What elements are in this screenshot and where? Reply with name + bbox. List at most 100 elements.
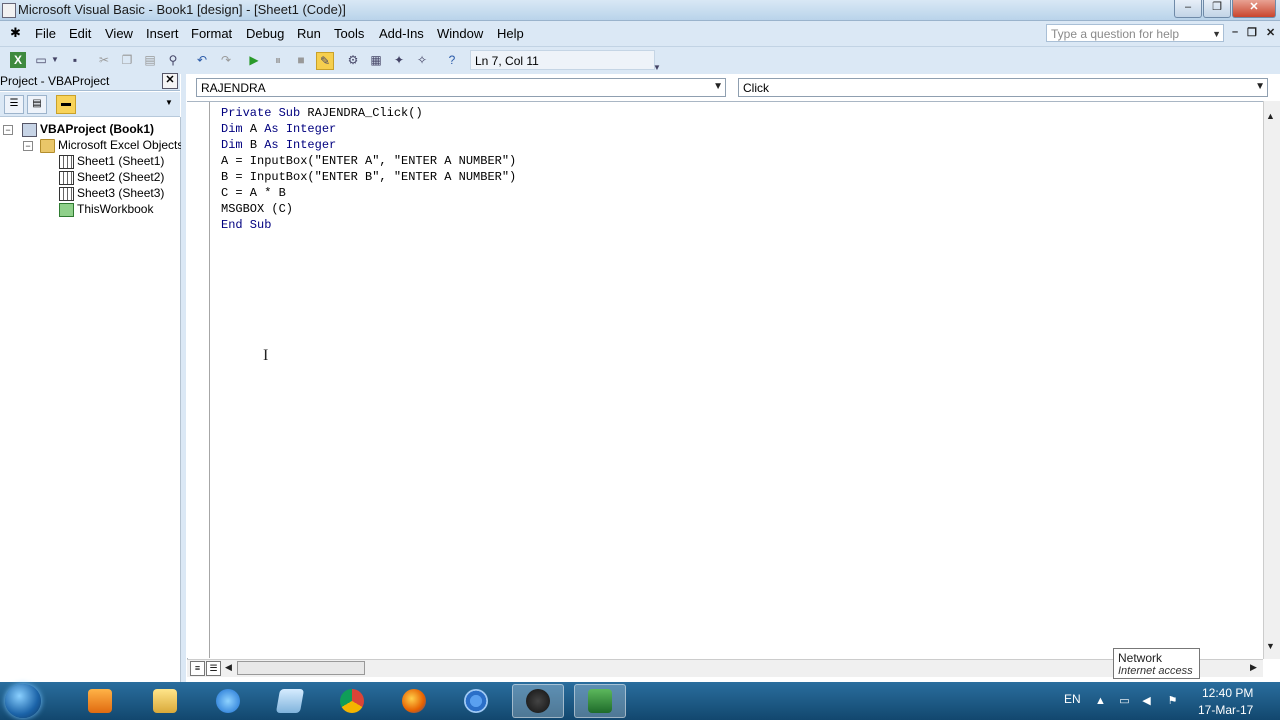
insert-dropdown-icon[interactable]: ▼	[50, 52, 60, 68]
horizontal-scrollbar[interactable]: ≡ ☰ ◀ ▶	[187, 659, 1263, 677]
taskbar-notes[interactable]	[264, 684, 316, 718]
start-button[interactable]	[5, 684, 41, 718]
help-dropdown-icon[interactable]: ▼	[1212, 25, 1221, 43]
taskbar-media-player[interactable]	[74, 684, 126, 718]
mdi-close-button[interactable]: ✕	[1266, 26, 1275, 39]
collapse-folder-icon[interactable]: −	[23, 141, 33, 151]
menu-help[interactable]: Help	[497, 26, 524, 41]
collapse-root-icon[interactable]: −	[3, 125, 13, 135]
chevron-down-icon[interactable]: ▼	[713, 81, 723, 92]
object-combo[interactable]: RAJENDRA ▼	[196, 78, 726, 97]
taskbar-chrome[interactable]	[326, 684, 378, 718]
code-line[interactable]: Private Sub RAJENDRA_Click()	[221, 106, 423, 120]
menu-view[interactable]: View	[105, 26, 133, 41]
properties-window-icon[interactable]: ▦	[368, 52, 384, 68]
copy-icon[interactable]: ❐	[119, 52, 135, 68]
tooltip-title: Network	[1118, 651, 1163, 665]
view-object-icon[interactable]: ▤	[27, 95, 47, 114]
tree-excel-objects[interactable]: Microsoft Excel Objects	[58, 138, 183, 152]
scroll-right-icon[interactable]: ▶	[1250, 662, 1257, 673]
code-line[interactable]: B = InputBox("ENTER B", "ENTER A NUMBER"…	[221, 170, 516, 184]
toggle-folders-icon[interactable]: ▬	[56, 95, 76, 114]
view-code-icon[interactable]: ☰	[4, 95, 24, 114]
object-browser-icon[interactable]: ✦	[391, 52, 407, 68]
standard-toolbar: X ▭ ▼ ▪ ✂ ❐ ▤ ⚲ ↶ ↷ ▶ ⏸ ■ ✎ ⚙ ▦ ✦ ✧ ? Ln…	[0, 47, 665, 74]
clock-date[interactable]: 17-Mar-17	[1198, 703, 1253, 717]
cut-icon[interactable]: ✂	[96, 52, 112, 68]
close-button[interactable]: ✕	[1232, 0, 1276, 18]
taskbar-chromium[interactable]	[450, 684, 502, 718]
scroll-up-icon[interactable]: ▲	[1266, 111, 1275, 121]
code-line[interactable]: C = A * B	[221, 186, 286, 200]
break-icon[interactable]: ⏸	[270, 52, 286, 68]
project-toolbar-options-icon[interactable]: ▼	[164, 95, 174, 112]
menu-window[interactable]: Window	[437, 26, 483, 41]
code-line[interactable]: A = InputBox("ENTER A", "ENTER A NUMBER"…	[221, 154, 516, 168]
taskbar-internet-explorer[interactable]	[202, 684, 254, 718]
project-explorer-icon[interactable]: ⚙	[345, 52, 361, 68]
system-tray: EN ▲ ▭ ◀ ⚑ 12:40 PM 17-Mar-17	[1056, 682, 1280, 720]
paste-icon[interactable]: ▤	[142, 52, 158, 68]
project-explorer-close-button[interactable]: ✕	[162, 73, 178, 89]
language-indicator[interactable]: EN	[1064, 692, 1081, 706]
code-editor[interactable]	[187, 101, 1264, 660]
tree-vbaproject[interactable]: VBAProject (Book1)	[40, 122, 154, 136]
minimize-button[interactable]: –	[1174, 0, 1202, 18]
insert-userform-icon[interactable]: ▭	[33, 52, 49, 68]
design-mode-icon[interactable]: ✎	[316, 52, 334, 70]
mdi-restore-button[interactable]: ❐	[1247, 26, 1257, 39]
procedure-view-icon[interactable]: ≡	[190, 661, 205, 676]
tree-thisworkbook[interactable]: ThisWorkbook	[77, 202, 153, 216]
view-excel-icon[interactable]: X	[10, 52, 26, 68]
save-icon[interactable]: ▪	[67, 52, 83, 68]
mdi-minimize-button[interactable]: –	[1232, 26, 1238, 38]
volume-icon[interactable]: ◀	[1140, 695, 1153, 707]
scroll-left-icon[interactable]: ◀	[225, 662, 232, 673]
menu-run[interactable]: Run	[297, 26, 321, 41]
find-icon[interactable]: ⚲	[165, 52, 181, 68]
tree-sheet1[interactable]: Sheet1 (Sheet1)	[77, 154, 164, 168]
taskbar-obs[interactable]	[512, 684, 564, 718]
taskbar-excel[interactable]	[574, 684, 626, 718]
text-cursor-icon: I	[263, 347, 269, 364]
network-icon[interactable]: ▭	[1118, 695, 1131, 707]
horizontal-scroll-thumb[interactable]	[237, 661, 365, 675]
code-line[interactable]: Dim A As Integer	[221, 122, 336, 136]
run-icon[interactable]: ▶	[246, 52, 262, 68]
menu-format[interactable]: Format	[191, 26, 232, 41]
menu-excel-icon[interactable]: ✱	[10, 25, 21, 41]
tree-sheet3[interactable]: Sheet3 (Sheet3)	[77, 186, 164, 200]
chevron-down-icon[interactable]: ▼	[1255, 81, 1265, 92]
toolbox-icon[interactable]: ✧	[414, 52, 430, 68]
toolbar-options-icon[interactable]: ▼	[652, 60, 662, 76]
code-margin[interactable]	[187, 102, 210, 658]
vertical-scrollbar[interactable]: ▲ ▼	[1263, 101, 1280, 659]
menu-tools[interactable]: Tools	[334, 26, 364, 41]
menu-insert[interactable]: Insert	[146, 26, 179, 41]
help-search-input[interactable]: Type a question for help ▼	[1046, 24, 1224, 42]
sheet-icon	[59, 171, 74, 185]
code-line[interactable]: End Sub	[221, 218, 271, 232]
menu-add-ins[interactable]: Add-Ins	[379, 26, 424, 41]
reset-icon[interactable]: ■	[293, 52, 309, 68]
help-icon[interactable]: ?	[444, 52, 460, 68]
menu-debug[interactable]: Debug	[246, 26, 284, 41]
scroll-down-icon[interactable]: ▼	[1266, 641, 1275, 651]
menu-edit[interactable]: Edit	[69, 26, 91, 41]
project-explorer-header: Project - VBAProject ✕	[0, 73, 180, 91]
code-line[interactable]: MSGBOX (C)	[221, 202, 293, 216]
code-line[interactable]: Dim B As Integer	[221, 138, 336, 152]
pane-splitter[interactable]	[181, 74, 186, 682]
taskbar-firefox[interactable]	[388, 684, 440, 718]
taskbar-explorer[interactable]	[139, 684, 191, 718]
undo-icon[interactable]: ↶	[194, 52, 210, 68]
show-hidden-icons-icon[interactable]: ▲	[1094, 695, 1107, 707]
full-module-view-icon[interactable]: ☰	[206, 661, 221, 676]
redo-icon[interactable]: ↷	[218, 52, 234, 68]
clock-time[interactable]: 12:40 PM	[1202, 686, 1253, 700]
menu-file[interactable]: File	[35, 26, 56, 41]
procedure-combo[interactable]: Click ▼	[738, 78, 1268, 97]
tree-sheet2[interactable]: Sheet2 (Sheet2)	[77, 170, 164, 184]
restore-button[interactable]: ❐	[1203, 0, 1231, 18]
action-center-icon[interactable]: ⚑	[1166, 695, 1179, 707]
